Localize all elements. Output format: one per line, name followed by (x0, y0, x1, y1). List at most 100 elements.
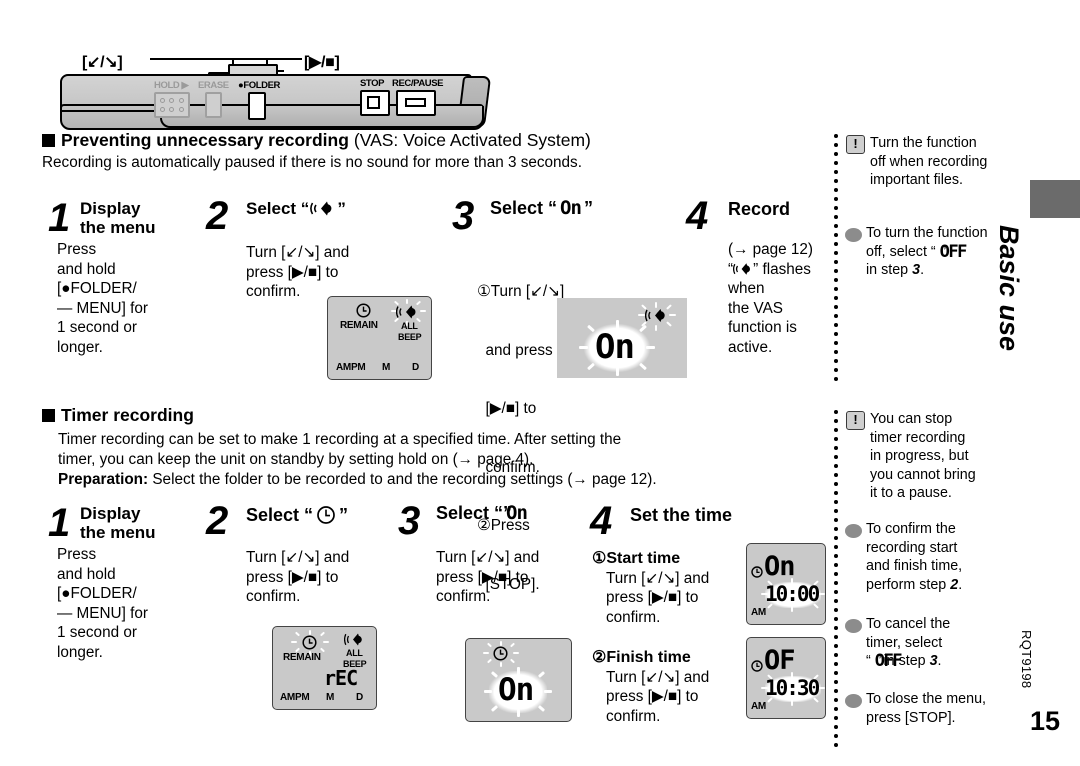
note-line: To confirm the (866, 521, 956, 537)
lcd-all-label: ALL (401, 321, 418, 331)
section1-heading: Preventing unnecessary recording (VAS: Vo… (42, 130, 591, 151)
folder-label: ●FOLDER (238, 80, 280, 91)
note-line-step: perform step 2. (866, 576, 963, 593)
lcd-m-label: M (326, 692, 335, 703)
square-bullet-icon (42, 134, 55, 147)
start-time-line: confirm. (606, 608, 661, 626)
section2-body: Timer recording can be set to make 1 rec… (58, 430, 657, 490)
hold-label: HOLD ▶ (154, 80, 189, 91)
clock-icon (751, 660, 763, 672)
rec-pause-label: REC/PAUSE (392, 78, 444, 89)
hold-texture-icon (157, 95, 189, 117)
lcd-start-time: On 10:00 AM (746, 543, 826, 625)
lcd-ampm-label: AMPM (336, 362, 366, 373)
lcd-value: On (498, 672, 534, 708)
step3-body-line: [▶/■] to (477, 400, 537, 417)
step2-title-close: ” (337, 199, 346, 218)
t-step1-body-line: and hold (57, 565, 116, 583)
step3-title-value: On (560, 197, 582, 219)
t-step3-number: 3 (398, 499, 420, 543)
lcd-d-label: D (356, 692, 363, 703)
lcd-beep-label: BEEP (398, 332, 422, 342)
note-line: You can stop (870, 411, 953, 427)
lcd-remain-label: REMAIN (283, 652, 321, 663)
note-1-text: Turn the function off when recording imp… (870, 134, 987, 190)
start-time-line: Turn [↙/↘] and (606, 569, 710, 587)
step3-number: 3 (452, 194, 474, 238)
step2-title-text: Select “ (246, 199, 310, 218)
chapter-tab-block (1030, 180, 1080, 218)
t-step1-title-line2: the menu (80, 523, 156, 542)
step4-body-line: when (728, 280, 765, 297)
clock-icon (356, 303, 371, 318)
lcd-vas-select: REMAIN ALL BEEP AMPM M D (327, 296, 432, 380)
start-time-label: ①Start time (592, 550, 681, 567)
t-step3-body-line: Turn [↙/↘] and (436, 549, 540, 566)
lcd-timer-on: On (465, 638, 572, 722)
t-step1-body-line: — MENU] for (57, 604, 148, 622)
step3-title: Select “On” (490, 199, 593, 218)
t-step2-title-close: ” (339, 505, 349, 525)
square-bullet-icon (42, 409, 55, 422)
t-step3-title: Select “On” (436, 503, 528, 523)
device-illustration: [↙/↘] [▶/■] HOLD ▶ ERASE ●FOLDER STOP RE… (42, 22, 502, 130)
step2-title: Select “ ” (246, 199, 346, 218)
note-line: timer recording (870, 429, 966, 446)
section2-body-line: timer, you can keep the unit on standby … (58, 451, 534, 468)
note-line-off: “ OFF ”in step 3. (866, 651, 942, 672)
clock-icon (751, 566, 763, 578)
note-line: off when recording (870, 153, 988, 170)
t-note-1-text: You can stop timer recording in progress… (870, 410, 976, 503)
section1-body: Recording is automatically paused if the… (42, 154, 582, 171)
t-step3-title-text: Select “ (436, 503, 504, 523)
step4-number: 4 (686, 194, 708, 238)
t-note-4-text: To close the menu, press [STOP]. (866, 690, 986, 727)
section2-heading-text: Timer recording (61, 405, 194, 425)
lcd-d-label: D (412, 362, 419, 373)
t-step4-sub2: ②Finish time Turn [↙/↘] and press [▶/■] … (592, 648, 709, 726)
lcd-m-label: M (382, 362, 391, 373)
note-line: it to a pause. (870, 485, 952, 502)
step1-body-line: Press (57, 241, 97, 258)
preparation-text: Select the folder to be recorded to and … (148, 471, 657, 488)
step4-body-line: (→ page 12) (728, 241, 814, 258)
lcd-time: 10:30 (765, 676, 820, 700)
lcd-value: On (595, 327, 635, 367)
t-step2-title: Select “ ” (246, 505, 348, 525)
document-code: RQT9198 (1019, 630, 1034, 689)
mic-vas-icon (733, 262, 751, 275)
step1-body-line: and hold (57, 260, 116, 278)
lcd-time: 10:00 (765, 582, 820, 606)
lcd-mode: OF (764, 645, 796, 676)
t-step1-title: Display the menu (80, 504, 156, 542)
t-step4-title: Set the time (630, 505, 733, 525)
note-line: To close the menu, (866, 691, 987, 707)
t-step3-title-value: On (506, 502, 528, 524)
step4-body-flashes: “” flashes (728, 260, 811, 278)
step3-title-text: Select “ (490, 198, 558, 218)
step1-body-line: [●FOLDER/ (57, 280, 137, 297)
mic-vas-icon (396, 305, 416, 319)
t-step3-body: Turn [↙/↘] and press [▶/■] to confirm. (436, 548, 539, 607)
clock-icon (493, 646, 508, 661)
stop-label: STOP (360, 78, 385, 89)
notes-divider-1 (834, 134, 838, 382)
stop-glyph-icon (367, 96, 380, 109)
t-step3-body-line: confirm. (436, 588, 491, 605)
section1-heading-bold: Preventing unnecessary recording (61, 130, 349, 150)
warning-icon: ! (846, 411, 865, 430)
bullet-icon (845, 524, 862, 538)
erase-button[interactable] (205, 92, 222, 118)
folder-button[interactable] (248, 92, 266, 120)
bullet-icon (845, 694, 862, 708)
t-note-2-text: To confirm the recording start and finis… (866, 520, 962, 594)
step4-title: Record (728, 199, 791, 219)
page-number: 15 (1030, 706, 1061, 736)
note-line: in progress, but (870, 448, 969, 465)
erase-label: ERASE (198, 80, 229, 91)
preparation-label: Preparation: (58, 471, 149, 488)
step4-body-line: function is (728, 319, 797, 336)
t-step1-number: 1 (48, 501, 70, 545)
t-step1-body: Press and hold [●FOLDER/ — MENU] for 1 s… (57, 545, 148, 662)
note-line-step: in step 3. (866, 262, 925, 279)
